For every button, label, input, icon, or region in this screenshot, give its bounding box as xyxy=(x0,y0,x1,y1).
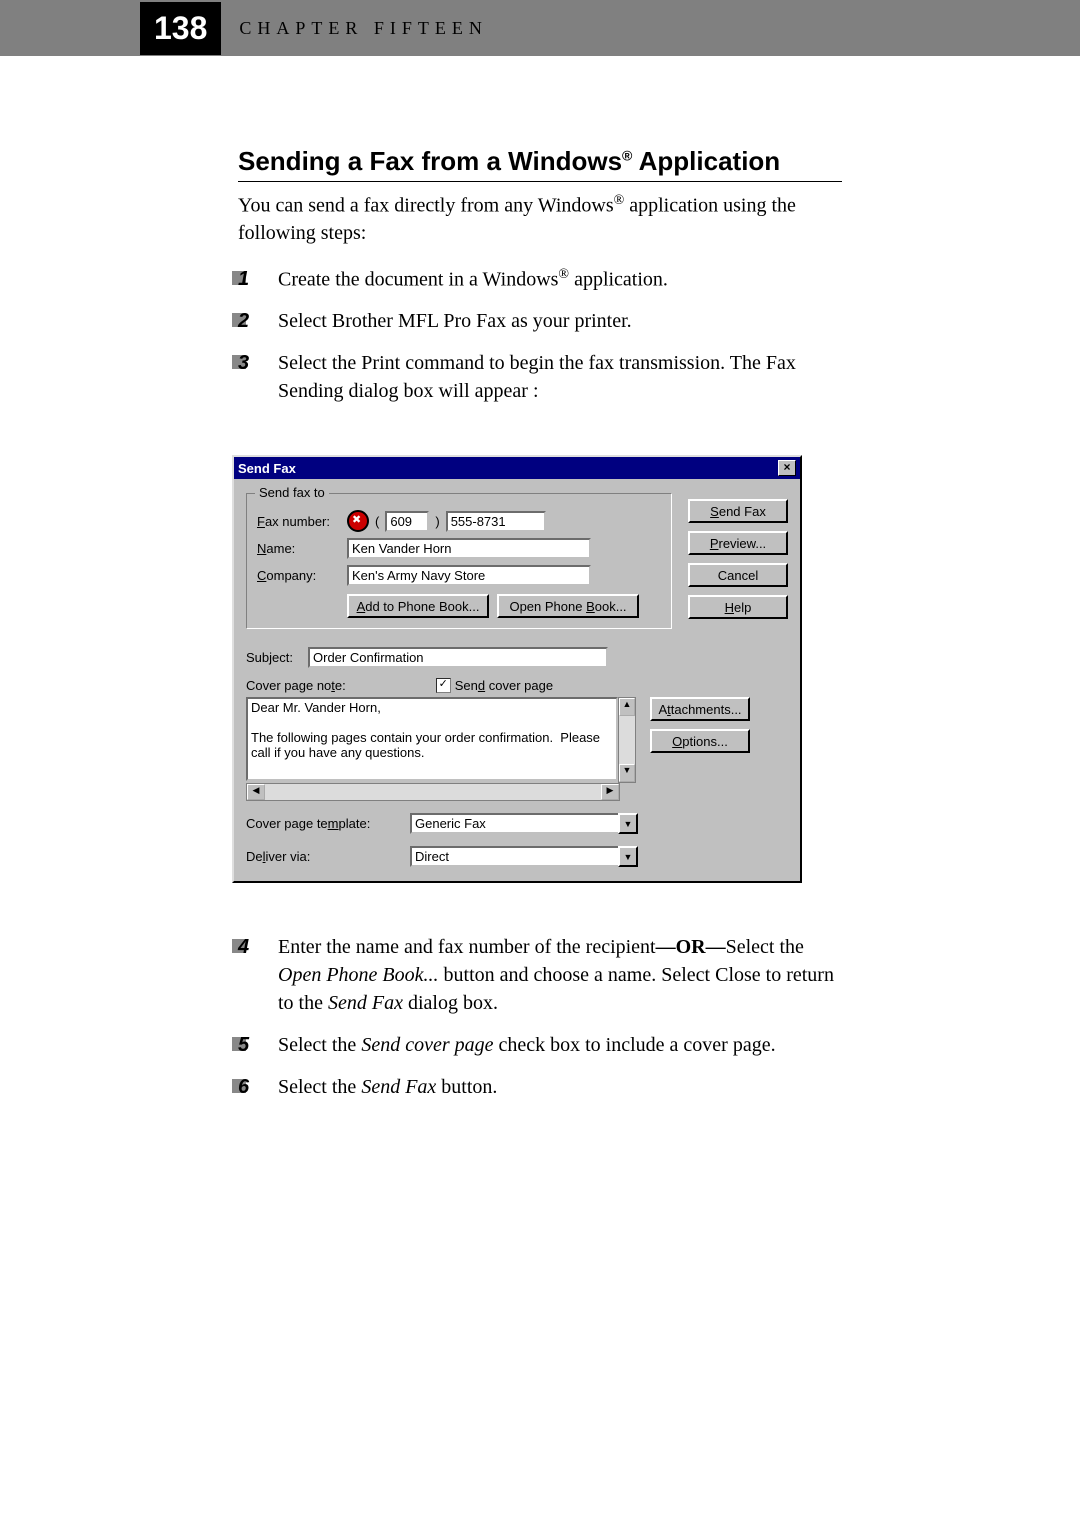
close-icon[interactable]: × xyxy=(778,460,796,476)
area-code-input[interactable] xyxy=(385,511,429,532)
chevron-down-icon[interactable]: ▼ xyxy=(618,813,638,834)
step-2: 2 Select Brother MFL Pro Fax as your pri… xyxy=(238,307,842,335)
steps-list-top: 1 Create the document in a Windows® appl… xyxy=(238,265,842,406)
scroll-track[interactable] xyxy=(265,784,601,800)
template-select[interactable]: Generic Fax ▼ xyxy=(410,813,638,834)
send-cover-page-label: Send cover page xyxy=(455,678,553,693)
template-label: Cover page template: xyxy=(246,816,410,831)
send-fax-button[interactable]: Send Fax xyxy=(688,499,788,523)
dialog-titlebar[interactable]: Send Fax × xyxy=(234,457,800,479)
scroll-up-icon[interactable]: ▲ xyxy=(619,698,635,716)
company-input[interactable] xyxy=(347,565,591,586)
step-text: Create the document in a Windows xyxy=(278,268,558,290)
paren: ( xyxy=(375,514,379,529)
group-legend: Send fax to xyxy=(255,485,329,500)
step-1: 1 Create the document in a Windows® appl… xyxy=(238,265,842,294)
page-number: 138 xyxy=(140,2,221,55)
step-number-icon: 3 xyxy=(238,349,266,377)
chevron-down-icon[interactable]: ▼ xyxy=(618,846,638,867)
step-text: Select the Print command to begin the fa… xyxy=(278,352,796,402)
cancel-button[interactable]: Cancel xyxy=(688,563,788,587)
company-label: Company: xyxy=(257,568,341,583)
section-title: Sending a Fax from a Windows® Applicatio… xyxy=(238,146,842,177)
cover-note-textarea[interactable]: Dear Mr. Vander Horn, The following page… xyxy=(246,697,618,781)
step-3: 3 Select the Print command to begin the … xyxy=(238,349,842,405)
preview-button[interactable]: Preview... xyxy=(688,531,788,555)
deliver-select[interactable]: Direct ▼ xyxy=(410,846,638,867)
options-button[interactable]: Options... xyxy=(650,729,750,753)
name-label: Name: xyxy=(257,541,341,556)
deliver-value: Direct xyxy=(410,846,618,867)
dialog-title: Send Fax xyxy=(238,461,778,476)
scroll-track[interactable] xyxy=(619,716,635,764)
send-fax-to-group: Send fax to Fax number: ( ) Name: xyxy=(246,493,672,629)
registered-symbol: ® xyxy=(614,193,625,208)
page-content: Sending a Fax from a Windows® Applicatio… xyxy=(238,146,842,1101)
step-text: Select the Send Fax button. xyxy=(278,1076,497,1098)
send-fax-dialog: Send Fax × Send fax to Fax number: ( ) xyxy=(232,455,802,883)
dialog-screenshot: Send Fax × Send fax to Fax number: ( ) xyxy=(232,455,882,883)
steps-list-bottom: 4 Enter the name and fax number of the r… xyxy=(238,933,842,1101)
step-text: Select Brother MFL Pro Fax as your print… xyxy=(278,310,632,332)
title-rule xyxy=(238,181,842,182)
step-text: application. xyxy=(569,268,668,290)
step-6: 6 Select the Send Fax button. xyxy=(238,1073,842,1101)
subject-input[interactable] xyxy=(308,647,608,668)
attachments-button[interactable]: Attachments... xyxy=(650,697,750,721)
scroll-right-icon[interactable]: ▶ xyxy=(601,784,619,800)
registered-symbol: ® xyxy=(558,267,569,282)
intro-paragraph: You can send a fax directly from any Win… xyxy=(238,192,842,247)
step-number-icon: 4 xyxy=(238,933,266,961)
section-title-pre: Sending a Fax from a Windows xyxy=(238,146,622,176)
intro-text-1: You can send a fax directly from any Win… xyxy=(238,195,614,217)
vertical-scrollbar[interactable]: ▲ ▼ xyxy=(618,697,636,783)
step-number-icon: 1 xyxy=(238,265,266,293)
scroll-down-icon[interactable]: ▼ xyxy=(619,764,635,782)
help-button[interactable]: Help xyxy=(688,595,788,619)
step-text: Select the Send cover page check box to … xyxy=(278,1034,776,1056)
cover-note-label: Cover page note: xyxy=(246,678,346,693)
send-cover-page-checkbox[interactable]: ✓ Send cover page xyxy=(436,678,553,693)
registered-symbol: ® xyxy=(622,147,632,163)
horizontal-scrollbar[interactable]: ◀ ▶ xyxy=(246,783,620,801)
fax-local-input[interactable] xyxy=(446,511,546,532)
deliver-label: Deliver via: xyxy=(246,849,410,864)
fax-number-label: Fax number: xyxy=(257,514,341,529)
step-text: Enter the name and fax number of the rec… xyxy=(278,936,834,1014)
scroll-left-icon[interactable]: ◀ xyxy=(247,784,265,800)
step-number-icon: 6 xyxy=(238,1073,266,1101)
paren: ) xyxy=(435,514,439,529)
stop-icon[interactable] xyxy=(347,510,369,532)
name-input[interactable] xyxy=(347,538,591,559)
step-5: 5 Select the Send cover page check box t… xyxy=(238,1031,842,1059)
step-4: 4 Enter the name and fax number of the r… xyxy=(238,933,842,1017)
page-header-bar: 138 CHAPTER FIFTEEN xyxy=(0,0,1080,56)
chapter-label: CHAPTER FIFTEEN xyxy=(239,18,488,39)
step-number-icon: 2 xyxy=(238,307,266,335)
template-value: Generic Fax xyxy=(410,813,618,834)
add-to-phonebook-button[interactable]: Add to Phone Book... xyxy=(347,594,489,618)
subject-label: Subject: xyxy=(246,650,302,665)
step-number-icon: 5 xyxy=(238,1031,266,1059)
checkbox-icon: ✓ xyxy=(436,678,451,693)
section-title-post: Application xyxy=(632,146,780,176)
open-phonebook-button[interactable]: Open Phone Book... xyxy=(497,594,639,618)
